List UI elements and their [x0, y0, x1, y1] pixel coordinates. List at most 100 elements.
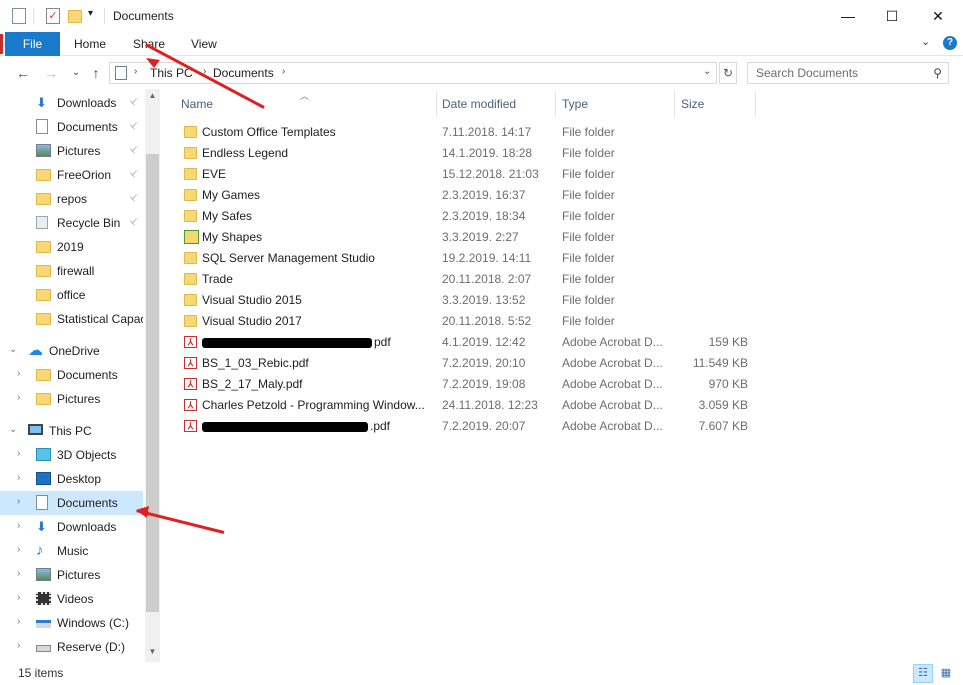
column-header-size[interactable]: Size	[681, 97, 704, 115]
up-arrow-icon[interactable]: ↑	[87, 64, 105, 82]
nav-this-pc[interactable]: ⌄ This PC	[0, 419, 143, 443]
nav-onedrive[interactable]: ⌄ ☁ OneDrive	[0, 339, 143, 363]
pin-icon[interactable]: ⊥	[127, 119, 141, 132]
minimize-button[interactable]: —	[825, 0, 871, 32]
search-input[interactable]: Search Documents ⚲	[747, 62, 949, 84]
pin-icon[interactable]: ⊥	[127, 143, 141, 156]
file-row[interactable]: ⅄ Charles Petzold - Programming Window...…	[180, 395, 760, 416]
scroll-up-icon[interactable]: ▲	[145, 91, 160, 100]
nav-this-pc-item[interactable]: › Reserve (D:)	[0, 635, 143, 659]
file-row[interactable]: My Shapes 3.3.2019. 2:27 File folder	[180, 227, 760, 248]
column-divider[interactable]	[674, 91, 675, 117]
chevron-down-icon[interactable]: ▾	[88, 8, 93, 19]
chevron-right-icon[interactable]: ›	[17, 616, 20, 627]
nav-this-pc-item[interactable]: › 3D Objects	[0, 443, 143, 467]
chevron-right-icon[interactable]: ›	[17, 496, 20, 507]
file-row[interactable]: Trade 20.11.2018. 2:07 File folder	[180, 269, 760, 290]
nav-quick-access-item[interactable]: 2019	[0, 235, 143, 259]
chevron-down-icon[interactable]: ⌄	[703, 66, 711, 77]
nav-onedrive-item[interactable]: › Documents	[0, 363, 143, 387]
chevron-right-icon[interactable]: ›	[17, 544, 20, 555]
nav-quick-access-item[interactable]: office	[0, 283, 143, 307]
column-divider[interactable]	[755, 91, 756, 117]
nav-quick-access-item[interactable]: firewall	[0, 259, 143, 283]
large-icons-view-icon[interactable]: ▦	[936, 664, 956, 683]
chevron-right-icon[interactable]: ›	[17, 592, 20, 603]
checkmark-icon[interactable]: ✓	[46, 8, 60, 24]
file-row[interactable]: ⅄ .pdf 7.2.2019. 20:07 Adobe Acrobat D... 7.…	[180, 416, 760, 437]
recent-chevron-icon[interactable]: ⌄	[67, 64, 85, 82]
file-name: Charles Petzold - Programming Window...	[202, 398, 425, 412]
chevron-right-icon[interactable]: ›	[17, 520, 20, 531]
file-row[interactable]: Custom Office Templates 7.11.2018. 14:17 F…	[180, 122, 760, 143]
scroll-thumb[interactable]	[146, 154, 159, 612]
nav-quick-access-item[interactable]: repos ⊥	[0, 187, 143, 211]
chevron-right-icon[interactable]: ›	[134, 66, 137, 77]
column-header-date[interactable]: Date modified	[442, 97, 516, 115]
file-row[interactable]: Endless Legend 14.1.2019. 18:28 File folde…	[180, 143, 760, 164]
new-folder-icon[interactable]	[68, 10, 82, 23]
nav-onedrive-item[interactable]: › Pictures	[0, 387, 143, 411]
nav-this-pc-item[interactable]: › Desktop	[0, 467, 143, 491]
refresh-icon[interactable]: ↻	[719, 62, 737, 84]
nav-this-pc-item[interactable]: › Pictures	[0, 563, 143, 587]
pin-icon[interactable]: ⊥	[127, 215, 141, 228]
chevron-right-icon[interactable]: ›	[17, 568, 20, 579]
file-name: Trade	[202, 272, 233, 286]
nav-this-pc-item[interactable]: › Documents	[0, 491, 143, 515]
maximize-button[interactable]: ☐	[869, 0, 915, 32]
nav-quick-access-item[interactable]: Pictures ⊥	[0, 139, 143, 163]
close-button[interactable]: ✕	[915, 0, 961, 32]
column-header-type[interactable]: Type	[562, 97, 588, 115]
chevron-right-icon[interactable]: ›	[17, 392, 20, 403]
help-icon[interactable]: ?	[943, 36, 957, 50]
column-divider[interactable]	[436, 91, 437, 117]
file-row[interactable]: SQL Server Management Studio 19.2.2019. 1…	[180, 248, 760, 269]
nav-this-pc-item[interactable]: › ♪ Music	[0, 539, 143, 563]
forward-arrow-icon[interactable]: →	[42, 64, 60, 82]
nav-quick-access-item[interactable]: FreeOrion ⊥	[0, 163, 143, 187]
pin-icon[interactable]: ⊥	[127, 95, 141, 108]
back-arrow-icon[interactable]: ←	[14, 64, 32, 82]
nav-quick-access-item[interactable]: ⬇ Downloads ⊥	[0, 91, 143, 115]
nav-quick-access-item[interactable]: Documents ⊥	[0, 115, 143, 139]
column-header-name[interactable]: Name	[181, 97, 213, 115]
properties-icon[interactable]	[12, 8, 26, 24]
file-row[interactable]: My Games 2.3.2019. 16:37 File folder	[180, 185, 760, 206]
file-date: 4.1.2019. 12:42	[442, 335, 526, 349]
file-row[interactable]: My Safes 2.3.2019. 18:34 File folder	[180, 206, 760, 227]
sort-ascending-icon: ︿	[300, 91, 310, 101]
nav-scrollbar[interactable]: ▲ ▼	[145, 89, 160, 662]
chevron-down-icon[interactable]: ⌄	[9, 424, 17, 435]
pin-icon[interactable]: ⊥	[127, 167, 141, 180]
file-date: 7.11.2018. 14:17	[442, 125, 532, 139]
chevron-right-icon[interactable]: ›	[17, 640, 20, 651]
chevron-down-icon[interactable]: ⌄	[9, 344, 17, 355]
chevron-right-icon[interactable]: ›	[17, 472, 20, 483]
chevron-right-icon[interactable]: ›	[282, 66, 285, 77]
breadcrumb-documents[interactable]: Documents	[213, 66, 274, 80]
tab-view[interactable]: View	[191, 32, 217, 56]
folder-icon	[184, 315, 197, 327]
file-row[interactable]: Visual Studio 2015 3.3.2019. 13:52 File fo…	[180, 290, 760, 311]
column-divider[interactable]	[555, 91, 556, 117]
file-row[interactable]: ⅄ BS_2_17_Maly.pdf 7.2.2019. 19:08 Adobe Ac…	[180, 374, 760, 395]
expand-ribbon-icon[interactable]: ⌄	[921, 35, 930, 48]
nav-quick-access-item[interactable]: Statistical Capac	[0, 307, 143, 331]
file-type: Adobe Acrobat D...	[562, 377, 663, 391]
file-row[interactable]: Visual Studio 2017 20.11.2018. 5:52 File f…	[180, 311, 760, 332]
file-row[interactable]: ⅄ BS_1_03_Rebic.pdf 7.2.2019. 20:10 Adobe A…	[180, 353, 760, 374]
nav-this-pc-item[interactable]: › Videos	[0, 587, 143, 611]
nav-quick-access-item[interactable]: Recycle Bin ⊥	[0, 211, 143, 235]
tab-file[interactable]: File	[5, 32, 60, 56]
nav-this-pc-item[interactable]: › Windows (C:)	[0, 611, 143, 635]
nav-this-pc-item[interactable]: › ⬇ Downloads	[0, 515, 143, 539]
chevron-right-icon[interactable]: ›	[17, 448, 20, 459]
scroll-down-icon[interactable]: ▼	[145, 647, 160, 656]
file-row[interactable]: EVE 15.12.2018. 21:03 File folder	[180, 164, 760, 185]
details-view-icon[interactable]: ☷	[913, 664, 933, 683]
file-row[interactable]: ⅄ pdf 4.1.2019. 12:42 Adobe Acrobat D... 159…	[180, 332, 760, 353]
chevron-right-icon[interactable]: ›	[17, 368, 20, 379]
tab-home[interactable]: Home	[74, 32, 106, 56]
pin-icon[interactable]: ⊥	[127, 191, 141, 204]
